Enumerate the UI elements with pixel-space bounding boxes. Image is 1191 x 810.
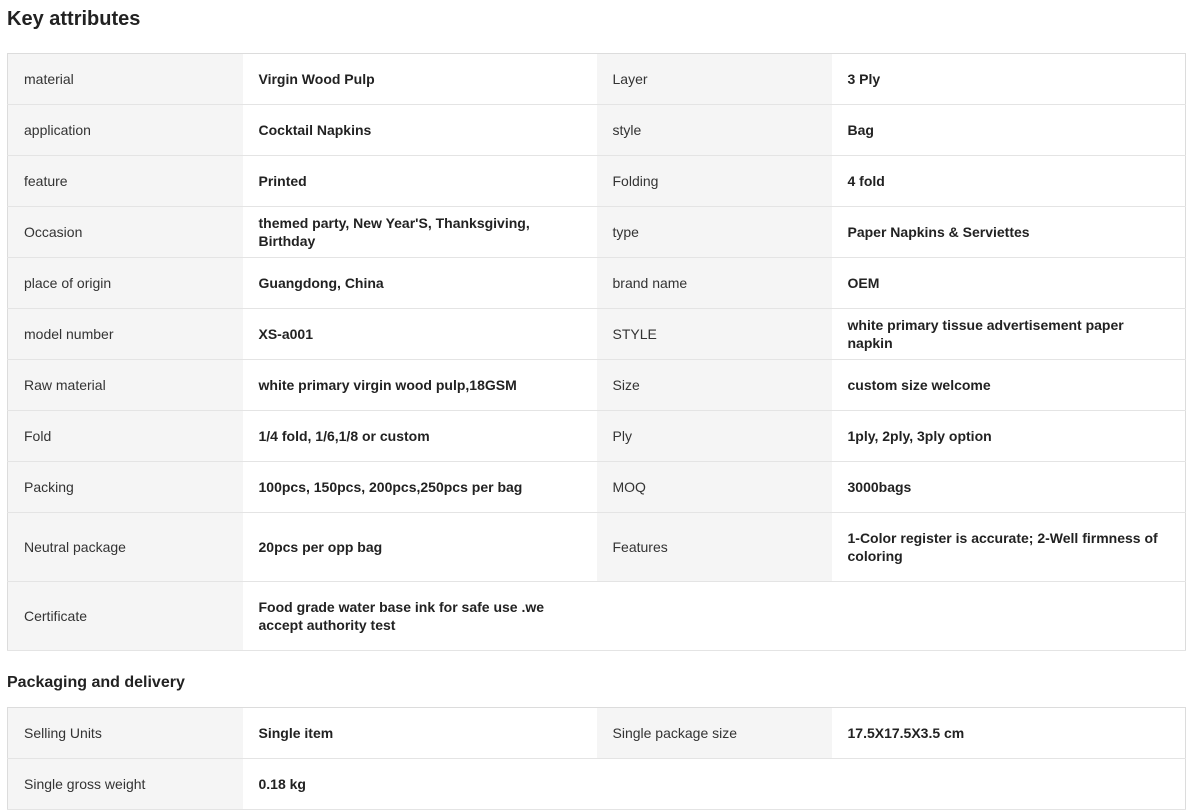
attribute-label: Selling Units bbox=[7, 707, 243, 759]
attribute-value: 4 fold bbox=[831, 155, 1186, 207]
empty-cell bbox=[831, 758, 1186, 810]
attribute-label: Packing bbox=[7, 461, 243, 513]
attribute-row-selling-units: Selling Units Single item Single package… bbox=[7, 707, 1186, 759]
attribute-value: themed party, New Year'S, Thanksgiving, … bbox=[242, 206, 597, 258]
attribute-label: material bbox=[7, 53, 243, 105]
attribute-value: XS-a001 bbox=[242, 308, 597, 360]
attribute-value: 1ply, 2ply, 3ply option bbox=[831, 410, 1186, 462]
attribute-label: model number bbox=[7, 308, 243, 360]
key-attributes-title: Key attributes bbox=[7, 8, 141, 30]
attribute-label: STYLE bbox=[596, 308, 832, 360]
key-attributes-table: material Virgin Wood Pulp Layer 3 Ply ap… bbox=[7, 53, 1186, 651]
attribute-value: Printed bbox=[242, 155, 597, 207]
attribute-label: Certificate bbox=[7, 581, 243, 651]
attribute-label: feature bbox=[7, 155, 243, 207]
attribute-label: Layer bbox=[596, 53, 832, 105]
attribute-row-model-number: model number XS-a001 STYLE white primary… bbox=[7, 308, 1186, 360]
attribute-value: Cocktail Napkins bbox=[242, 104, 597, 156]
empty-cell bbox=[596, 581, 832, 651]
attribute-label: Features bbox=[596, 512, 832, 582]
attribute-row-occasion: Occasion themed party, New Year'S, Thank… bbox=[7, 206, 1186, 258]
attribute-row-certificate: Certificate Food grade water base ink fo… bbox=[7, 581, 1186, 651]
attribute-value: Guangdong, China bbox=[242, 257, 597, 309]
attribute-label: Raw material bbox=[7, 359, 243, 411]
attribute-value: custom size welcome bbox=[831, 359, 1186, 411]
attribute-row-material: material Virgin Wood Pulp Layer 3 Ply bbox=[7, 53, 1186, 105]
attribute-value: Bag bbox=[831, 104, 1186, 156]
attribute-row-packing: Packing 100pcs, 150pcs, 200pcs,250pcs pe… bbox=[7, 461, 1186, 513]
attribute-row-place-of-origin: place of origin Guangdong, China brand n… bbox=[7, 257, 1186, 309]
attribute-label: Folding bbox=[596, 155, 832, 207]
attribute-label: Fold bbox=[7, 410, 243, 462]
attribute-value: 100pcs, 150pcs, 200pcs,250pcs per bag bbox=[242, 461, 597, 513]
attribute-label: type bbox=[596, 206, 832, 258]
attribute-row-fold: Fold 1/4 fold, 1/6,1/8 or custom Ply 1pl… bbox=[7, 410, 1186, 462]
attribute-label: Single gross weight bbox=[7, 758, 243, 810]
attribute-label: MOQ bbox=[596, 461, 832, 513]
attribute-value: white primary tissue advertisement paper… bbox=[831, 308, 1186, 360]
attribute-value: 3 Ply bbox=[831, 53, 1186, 105]
attribute-label: Occasion bbox=[7, 206, 243, 258]
empty-cell bbox=[596, 758, 832, 810]
attribute-row-single-gross-weight: Single gross weight 0.18 kg bbox=[7, 758, 1186, 810]
attribute-value: 1/4 fold, 1/6,1/8 or custom bbox=[242, 410, 597, 462]
attribute-label: style bbox=[596, 104, 832, 156]
attribute-value: Virgin Wood Pulp bbox=[242, 53, 597, 105]
packaging-delivery-table: Selling Units Single item Single package… bbox=[7, 707, 1186, 810]
packaging-delivery-title: Packaging and delivery bbox=[7, 674, 185, 691]
attribute-label: brand name bbox=[596, 257, 832, 309]
empty-cell bbox=[831, 581, 1186, 651]
attribute-value: 1-Color register is accurate; 2-Well fir… bbox=[831, 512, 1186, 582]
attribute-value: 3000bags bbox=[831, 461, 1186, 513]
attribute-value: Paper Napkins & Serviettes bbox=[831, 206, 1186, 258]
attribute-row-application: application Cocktail Napkins style Bag bbox=[7, 104, 1186, 156]
attribute-row-feature: feature Printed Folding 4 fold bbox=[7, 155, 1186, 207]
attribute-label: Neutral package bbox=[7, 512, 243, 582]
attribute-value: 0.18 kg bbox=[242, 758, 597, 810]
attribute-value: white primary virgin wood pulp,18GSM bbox=[242, 359, 597, 411]
attribute-value: 20pcs per opp bag bbox=[242, 512, 597, 582]
attribute-row-raw-material: Raw material white primary virgin wood p… bbox=[7, 359, 1186, 411]
attribute-label: application bbox=[7, 104, 243, 156]
attribute-value: 17.5X17.5X3.5 cm bbox=[831, 707, 1186, 759]
attribute-value: Food grade water base ink for safe use .… bbox=[242, 581, 597, 651]
attribute-label: place of origin bbox=[7, 257, 243, 309]
attribute-label: Size bbox=[596, 359, 832, 411]
attribute-label: Ply bbox=[596, 410, 832, 462]
attribute-row-neutral-package: Neutral package 20pcs per opp bag Featur… bbox=[7, 512, 1186, 582]
attribute-value: OEM bbox=[831, 257, 1186, 309]
attribute-value: Single item bbox=[242, 707, 597, 759]
attribute-label: Single package size bbox=[596, 707, 832, 759]
